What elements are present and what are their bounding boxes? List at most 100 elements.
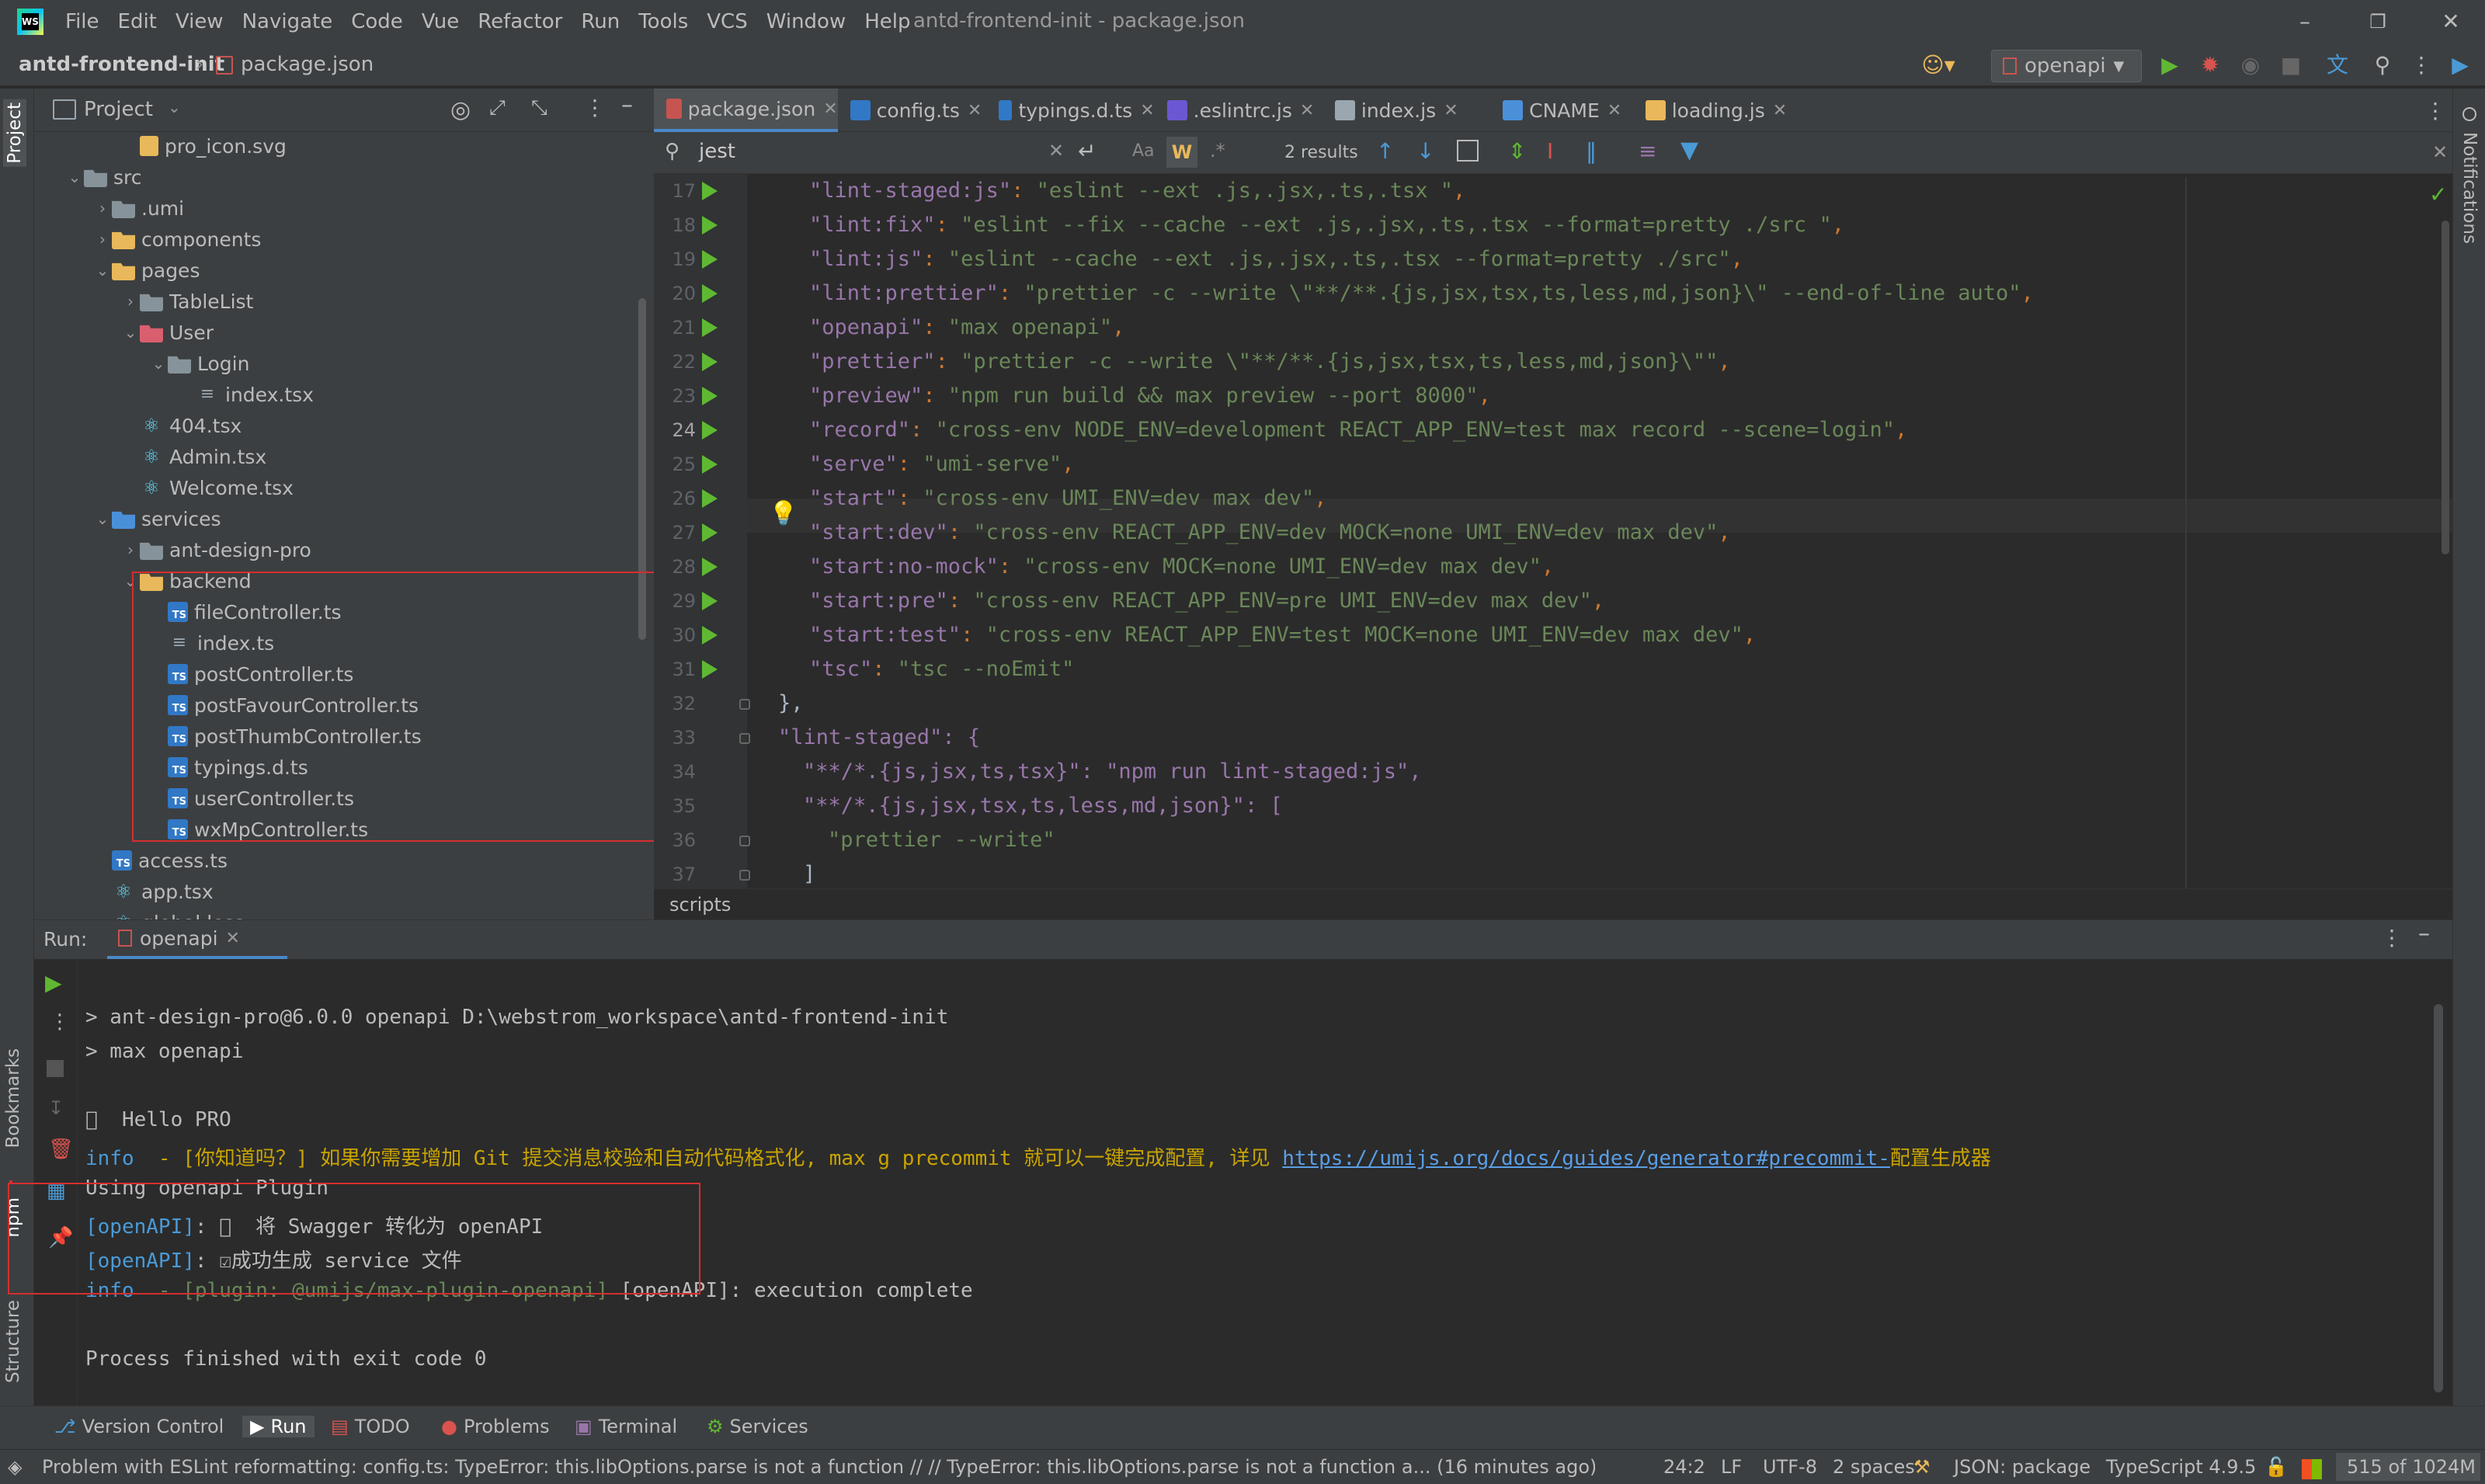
add-selection-icon[interactable]: ⇕ bbox=[1508, 138, 1526, 164]
run-script-icon[interactable] bbox=[702, 455, 718, 474]
tree-item[interactable]: ⚛ Admin.tsx bbox=[121, 441, 266, 472]
json-schema[interactable]: JSON: package bbox=[1954, 1456, 2091, 1478]
close-tab-icon[interactable]: ✕ bbox=[823, 99, 837, 119]
close-tab-icon[interactable]: ✕ bbox=[1300, 101, 1314, 120]
menu-refactor[interactable]: Refactor bbox=[478, 10, 562, 33]
translate-icon[interactable]: 文 bbox=[2323, 51, 2351, 79]
tools-icon[interactable]: ⚒ bbox=[1913, 1456, 1931, 1478]
run-script-icon[interactable] bbox=[702, 660, 718, 679]
tree-item[interactable]: › .umi bbox=[93, 193, 184, 224]
structure-tool-tab[interactable]: Structure bbox=[3, 1300, 23, 1383]
minimize-button[interactable]: – bbox=[2289, 6, 2320, 37]
whole-words-toggle[interactable]: W bbox=[1166, 137, 1197, 168]
bottom-tab-run[interactable]: ▶ Run bbox=[242, 1416, 315, 1437]
options-icon[interactable]: ⋮ bbox=[584, 95, 606, 120]
tab-cname[interactable]: CNAME ✕ bbox=[1490, 89, 1633, 132]
close-find-icon[interactable]: ✕ bbox=[2432, 141, 2448, 163]
caret-position[interactable]: 24:2 bbox=[1663, 1456, 1705, 1478]
run-script-icon[interactable] bbox=[702, 421, 718, 440]
clear-icon[interactable]: 🗑 bbox=[48, 1138, 74, 1161]
breadcrumb-scripts[interactable]: scripts bbox=[669, 894, 731, 916]
memory-indicator[interactable]: 515 of 1024M bbox=[2336, 1453, 2480, 1481]
run-script-icon[interactable] bbox=[702, 626, 718, 645]
typescript-version[interactable]: TypeScript 4.9.5 bbox=[2106, 1456, 2256, 1478]
indent-setting[interactable]: 2 spaces bbox=[1833, 1456, 1915, 1478]
coverage-icon[interactable]: ◉ bbox=[2236, 51, 2264, 79]
tree-item[interactable]: ⚛ app.tsx bbox=[93, 876, 213, 907]
tab-index-js[interactable]: index.js ✕ bbox=[1322, 89, 1490, 132]
notifications-icon[interactable] bbox=[2462, 107, 2476, 121]
menu-view[interactable]: View bbox=[176, 10, 224, 33]
stop-icon[interactable]: ■ bbox=[2277, 51, 2305, 79]
tree-item[interactable]: › components bbox=[93, 224, 261, 255]
tree-item[interactable]: ⌄ services bbox=[93, 503, 221, 534]
run-script-icon[interactable] bbox=[702, 318, 718, 337]
hide-panel-icon[interactable]: – bbox=[621, 92, 633, 119]
chevron-down-icon[interactable]: ⌄ bbox=[65, 168, 84, 186]
tab--eslintrc-js[interactable]: .eslintrc.js ✕ bbox=[1155, 89, 1322, 132]
chevron-down-icon[interactable]: ⌄ bbox=[93, 509, 112, 528]
next-occurrence-icon[interactable]: ↓ bbox=[1416, 138, 1434, 164]
status-warning-icon[interactable]: ◈ bbox=[8, 1456, 22, 1478]
menu-tools[interactable]: Tools bbox=[638, 10, 688, 33]
bottom-tab-terminal[interactable]: ▣ Terminal bbox=[575, 1416, 677, 1437]
run-script-icon[interactable] bbox=[702, 489, 718, 508]
close-tab-icon[interactable]: ✕ bbox=[1607, 101, 1621, 120]
close-tab-icon[interactable]: ✕ bbox=[1444, 101, 1458, 120]
bottom-tab-todo[interactable]: ▤ TODO bbox=[331, 1416, 410, 1437]
editor-scrollbar[interactable] bbox=[2442, 221, 2449, 554]
fold-marker-icon[interactable] bbox=[739, 733, 750, 744]
menu-navigate[interactable]: Navigate bbox=[242, 10, 333, 33]
tree-item[interactable]: ⌄ User bbox=[121, 317, 214, 348]
tree-item[interactable]: ⌄ pages bbox=[93, 255, 200, 286]
lock-icon[interactable]: 🔓 bbox=[2264, 1456, 2288, 1478]
intention-bulb-icon[interactable]: 💡 bbox=[769, 500, 798, 527]
stop-icon[interactable] bbox=[47, 1060, 64, 1077]
run-script-icon[interactable] bbox=[702, 592, 718, 610]
close-tab-icon[interactable]: ✕ bbox=[226, 929, 240, 948]
status-message[interactable]: Problem with ESLint reformatting: config… bbox=[42, 1456, 1595, 1478]
chevron-down-icon[interactable]: ⌄ bbox=[149, 354, 168, 373]
select-all-occurrences-icon[interactable]: ‖ bbox=[1586, 138, 1597, 164]
project-panel-title[interactable]: Project bbox=[84, 98, 153, 121]
breadcrumb-project[interactable]: antd-frontend-init bbox=[19, 53, 224, 76]
close-tab-icon[interactable]: ✕ bbox=[1140, 101, 1154, 120]
menu-run[interactable]: Run bbox=[581, 10, 620, 33]
menu-vcs[interactable]: VCS bbox=[707, 10, 747, 33]
menu-help[interactable]: Help bbox=[864, 10, 910, 33]
notifications-tool-tab[interactable]: Notifications bbox=[2459, 132, 2480, 244]
locate-file-icon[interactable]: ◎ bbox=[450, 96, 471, 123]
chevron-down-icon[interactable]: ⌄ bbox=[93, 261, 112, 280]
tree-item[interactable]: TS access.ts bbox=[93, 845, 228, 876]
match-case-toggle[interactable]: Aa bbox=[1132, 141, 1155, 161]
clear-search-icon[interactable]: ✕ bbox=[1048, 140, 1064, 162]
chevron-down-icon[interactable]: ⌄ bbox=[121, 323, 140, 342]
restore-button[interactable]: ❐ bbox=[2362, 6, 2393, 37]
bottom-tab-problems[interactable]: ● Problems bbox=[441, 1416, 550, 1437]
open-in-window-icon[interactable] bbox=[1457, 140, 1479, 162]
chevron-right-icon[interactable]: › bbox=[93, 199, 112, 217]
tree-item[interactable]: ⚛ global.less bbox=[93, 907, 244, 920]
scroll-to-end-icon[interactable]: ↧ bbox=[48, 1097, 64, 1119]
chevron-down-icon[interactable]: ⌄ bbox=[168, 98, 181, 116]
run-script-icon[interactable] bbox=[702, 250, 718, 269]
run-script-icon[interactable] bbox=[702, 284, 718, 303]
console-scrollbar[interactable] bbox=[2434, 1004, 2443, 1392]
run-config-selector[interactable]: openapi ▼ bbox=[1991, 50, 2142, 82]
close-tab-icon[interactable]: ✕ bbox=[968, 101, 982, 120]
run-tab-openapi[interactable]: openapi ✕ bbox=[107, 920, 287, 959]
console-link[interactable]: https://umijs.org/docs/guides/generator#… bbox=[1282, 1147, 1890, 1170]
tree-item[interactable]: ⌄ Login bbox=[149, 348, 250, 379]
hide-run-panel-icon[interactable]: – bbox=[2418, 920, 2430, 947]
run-options-icon[interactable]: ⋮ bbox=[2381, 925, 2403, 951]
more-icon[interactable]: ⋮ bbox=[2407, 51, 2435, 79]
menu-edit[interactable]: Edit bbox=[118, 10, 157, 33]
bookmarks-tool-tab[interactable]: Bookmarks bbox=[3, 1048, 23, 1149]
fold-marker-icon[interactable] bbox=[739, 836, 750, 846]
tree-item[interactable]: ≡ index.tsx bbox=[177, 379, 314, 410]
tab-loading-js[interactable]: loading.js ✕ bbox=[1633, 89, 1804, 132]
menu-vue[interactable]: Vue bbox=[422, 10, 460, 33]
chevron-right-icon[interactable]: › bbox=[93, 230, 112, 248]
expand-all-icon[interactable]: ⤢ bbox=[489, 96, 506, 120]
bottom-tab-services[interactable]: ⚙ Services bbox=[707, 1416, 808, 1437]
